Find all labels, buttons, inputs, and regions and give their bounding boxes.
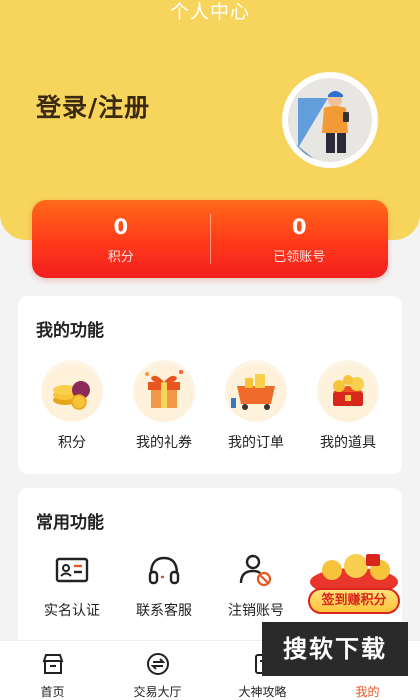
claimed-accounts-label: 已领账号 bbox=[273, 249, 326, 265]
gift-box-icon bbox=[133, 360, 195, 422]
func-item-orders[interactable]: 我的订单 bbox=[210, 360, 302, 452]
stats-card: 0 积分 0 已领账号 bbox=[32, 200, 388, 278]
promo-label: 签到赚积分 bbox=[308, 588, 400, 614]
func-label-orders: 我的订单 bbox=[228, 435, 284, 451]
page-title: 个人中心 bbox=[169, 1, 250, 23]
watermark: 搜软下载 bbox=[262, 622, 408, 676]
common-label-cancel-account: 注销账号 bbox=[228, 603, 284, 619]
coins-icon bbox=[41, 360, 103, 422]
nav-label-trading-hall: 交易大厅 bbox=[133, 685, 182, 699]
cart-icon bbox=[225, 360, 287, 422]
common-item-support[interactable]: 联系客服 bbox=[118, 550, 210, 620]
claimed-accounts-stat[interactable]: 0 已领账号 bbox=[211, 214, 389, 265]
func-item-props[interactable]: 我的道具 bbox=[302, 360, 394, 452]
nav-label-guides: 大神攻略 bbox=[238, 685, 287, 699]
common-item-real-name[interactable]: 实名认证 bbox=[26, 550, 118, 620]
login-register-link[interactable]: 登录/注册 bbox=[36, 88, 150, 124]
my-functions-title: 我的功能 bbox=[36, 321, 104, 341]
points-label: 积分 bbox=[107, 249, 134, 265]
exchange-icon bbox=[145, 651, 171, 677]
common-label-real-name: 实名认证 bbox=[44, 603, 100, 619]
nav-label-mine: 我的 bbox=[355, 685, 380, 699]
nav-item-home[interactable]: 首页 bbox=[0, 641, 105, 700]
func-item-coupons[interactable]: 我的礼券 bbox=[118, 360, 210, 452]
points-value: 0 bbox=[113, 214, 129, 239]
nav-item-trading-hall[interactable]: 交易大厅 bbox=[105, 641, 210, 700]
avatar[interactable] bbox=[282, 72, 378, 168]
avatar-illustration-icon bbox=[288, 91, 349, 162]
my-functions-card: 我的功能 积分 我的礼券 我的订单 我的道具 bbox=[18, 296, 402, 474]
sign-in-promo[interactable]: 签到赚积分 bbox=[304, 548, 404, 616]
func-label-coupons: 我的礼券 bbox=[136, 435, 192, 451]
common-item-cancel-account[interactable]: 注销账号 bbox=[210, 550, 302, 620]
user-cancel-icon bbox=[236, 550, 276, 590]
id-card-icon bbox=[52, 550, 92, 590]
common-functions-title: 常用功能 bbox=[36, 513, 104, 533]
func-label-points: 积分 bbox=[58, 435, 86, 451]
func-item-points[interactable]: 积分 bbox=[26, 360, 118, 452]
nav-label-home: 首页 bbox=[40, 685, 65, 699]
headphones-icon bbox=[144, 550, 184, 590]
treasure-icon bbox=[317, 360, 379, 422]
home-shop-icon bbox=[40, 651, 66, 677]
common-label-support: 联系客服 bbox=[136, 603, 192, 619]
claimed-accounts-value: 0 bbox=[291, 214, 307, 239]
points-stat[interactable]: 0 积分 bbox=[32, 214, 210, 265]
func-label-props: 我的道具 bbox=[320, 435, 376, 451]
